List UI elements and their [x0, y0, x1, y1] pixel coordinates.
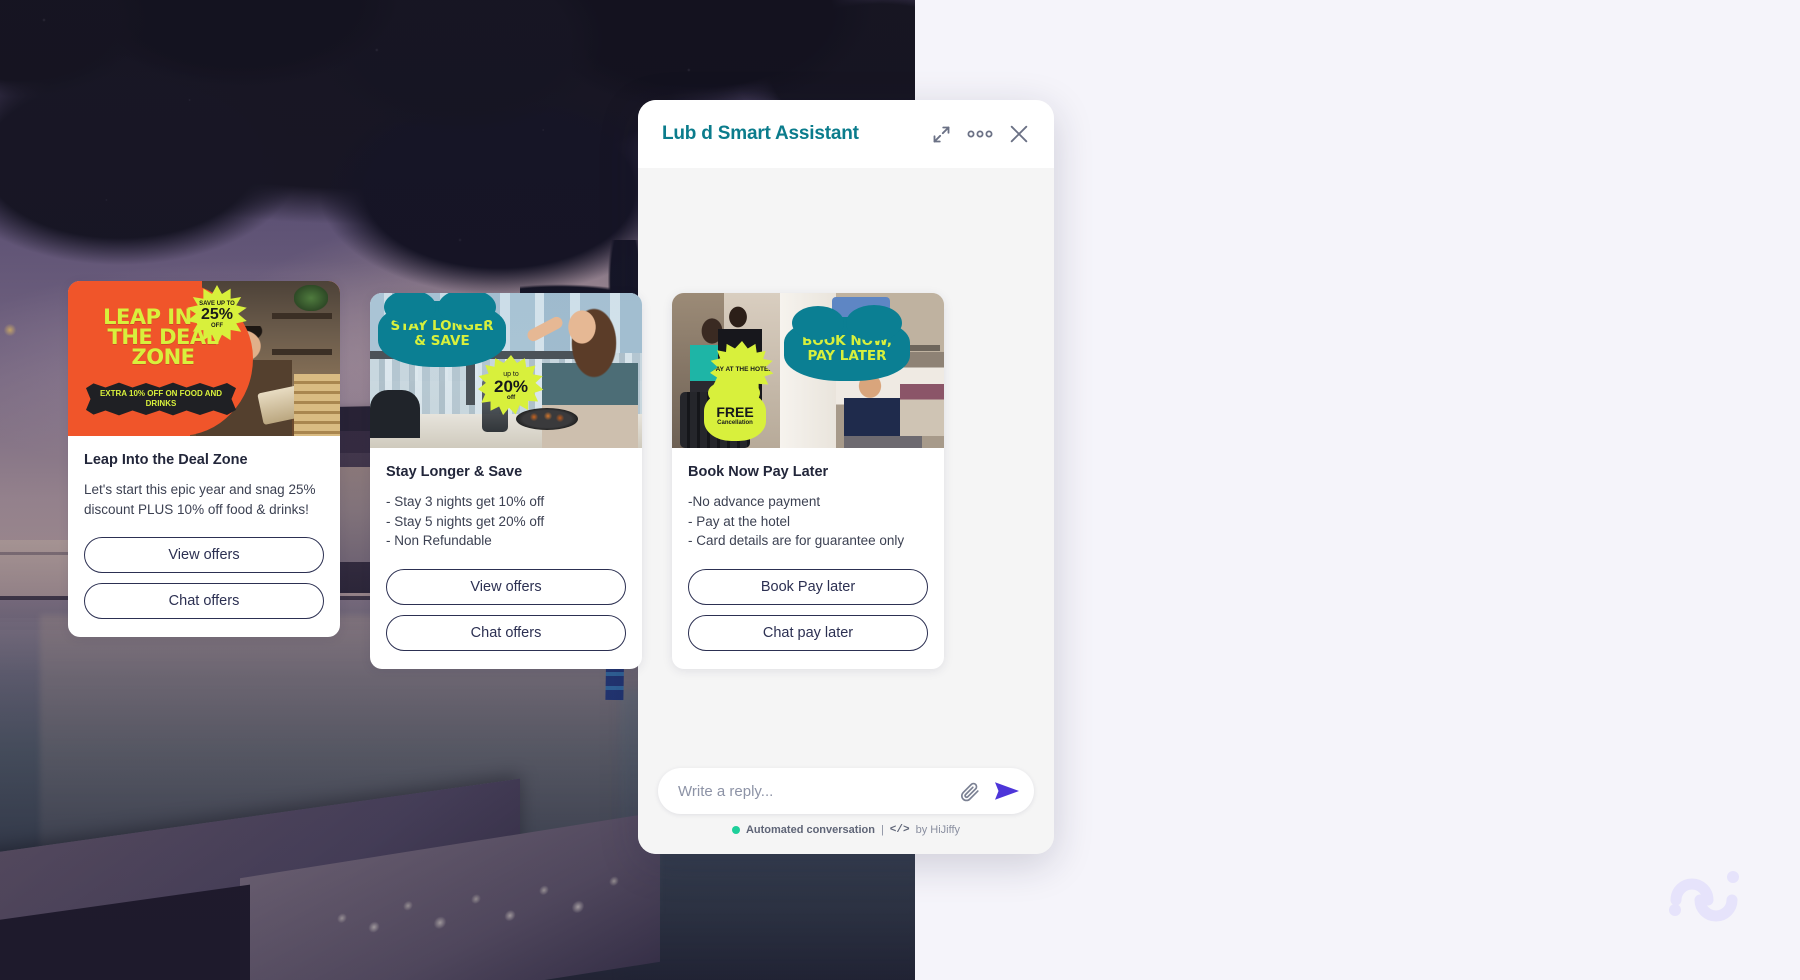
status-dot-icon	[731, 826, 740, 834]
message-composer[interactable]	[658, 768, 1034, 814]
stay-longer-cloud-badge: STAY LONGER & SAVE	[378, 293, 506, 367]
offer-card-body: Book Now Pay Later -No advance payment -…	[672, 448, 944, 669]
offer-card-image: LEAP INTO THE DEAL ZONE SAVE UP TO 25% O…	[68, 281, 340, 436]
offer-card[interactable]: STAY LONGER & SAVE up to 20% off Stay Lo…	[370, 293, 642, 669]
close-icon[interactable]	[1008, 123, 1030, 145]
offer-card-body: Leap Into the Deal Zone Let's start this…	[68, 436, 340, 637]
chat-widget-title: Lub d Smart Assistant	[662, 123, 859, 144]
offer-card-description: -No advance payment - Pay at the hotel -…	[688, 494, 905, 549]
stay-longer-and-save-artwork: STAY LONGER & SAVE up to 20% off	[370, 293, 642, 448]
offer-card-title: Leap Into the Deal Zone	[84, 452, 248, 468]
automated-status-label: Automated conversation	[745, 824, 875, 836]
offer-card-title: Stay Longer & Save	[386, 464, 523, 480]
offer-card-body: Stay Longer & Save - Stay 3 nights get 1…	[370, 448, 642, 669]
offer-card-description: - Stay 3 nights get 10% off - Stay 5 nig…	[386, 494, 545, 549]
chat-pay-later-button[interactable]: Chat pay later	[688, 614, 928, 651]
composer-area: Automated conversation | </> by HiJiffy	[638, 758, 1054, 854]
paperclip-icon[interactable]	[959, 781, 980, 802]
send-icon[interactable]	[994, 779, 1020, 803]
reply-input[interactable]	[678, 782, 959, 800]
book-now-pay-later-artwork: PAY AT THE HOTEL BOOK NOW, PAY LATER FRE…	[672, 293, 944, 448]
offers-carousel[interactable]: LEAP INTO THE DEAL ZONE SAVE UP TO 25% O…	[68, 281, 944, 669]
offer-card-description: Let's start this epic year and snag 25% …	[84, 482, 316, 517]
expand-icon[interactable]	[931, 124, 952, 145]
chat-offers-button[interactable]: Chat offers	[386, 614, 626, 651]
offer-card-image: STAY LONGER & SAVE up to 20% off	[370, 293, 642, 448]
offer-card[interactable]: PAY AT THE HOTEL BOOK NOW, PAY LATER FRE…	[672, 293, 944, 669]
more-options-icon[interactable]	[967, 129, 993, 139]
offer-card-image: PAY AT THE HOTEL BOOK NOW, PAY LATER FRE…	[672, 293, 944, 448]
book-now-pay-later-cloud-badge: BOOK NOW, PAY LATER	[784, 305, 910, 381]
hijiffy-logo-watermark	[1666, 860, 1742, 922]
view-offers-button[interactable]: View offers	[84, 537, 324, 574]
chat-widget-header: Lub d Smart Assistant	[638, 100, 1054, 168]
footer-attribution: Automated conversation | </> by HiJiffy	[638, 824, 1054, 836]
code-brackets-icon: </>	[889, 824, 910, 836]
free-cancellation-badge: FREE Cancellation	[704, 382, 766, 441]
hijiffy-attribution-label: by HiJiffy	[915, 824, 961, 836]
chat-offers-button[interactable]: Chat offers	[84, 583, 324, 620]
offer-card[interactable]: LEAP INTO THE DEAL ZONE SAVE UP TO 25% O…	[68, 281, 340, 638]
screen: Lub d Smart Assistant Write a reply... A…	[0, 0, 1800, 980]
book-pay-later-button[interactable]: Book Pay later	[688, 568, 928, 605]
leap-into-the-deal-zone-artwork: LEAP INTO THE DEAL ZONE SAVE UP TO 25% O…	[68, 281, 340, 436]
footer-separator: |	[880, 824, 884, 836]
header-icon-group	[931, 123, 1030, 145]
view-offers-button[interactable]: View offers	[386, 568, 626, 605]
offer-card-title: Book Now Pay Later	[688, 464, 829, 480]
